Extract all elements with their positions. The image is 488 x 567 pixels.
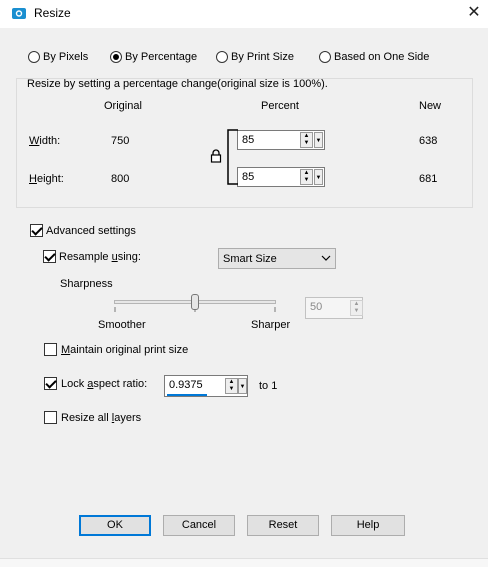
resize-all-layers-checkbox[interactable] xyxy=(44,411,57,424)
aspect-spin-buttons[interactable]: ▲ ▼ xyxy=(225,378,238,394)
reset-button[interactable]: Reset xyxy=(247,515,319,536)
height-spin-buttons[interactable]: ▲ ▼ xyxy=(300,169,313,185)
col-original-header: Original xyxy=(104,100,142,112)
sharpness-value-spinner[interactable]: 50 ▲ ▼ xyxy=(305,297,363,319)
advanced-settings-checkbox[interactable] xyxy=(30,224,43,237)
help-button[interactable]: Help xyxy=(331,515,405,536)
window-title: Resize xyxy=(34,6,71,20)
sharpness-smoother-label: Smoother xyxy=(98,319,146,331)
height-new: 681 xyxy=(419,173,438,185)
resample-label[interactable]: Resample using: xyxy=(59,251,141,263)
lock-aspect-label[interactable]: Lock aspect ratio: xyxy=(61,378,147,390)
resize-all-layers-label[interactable]: Resize all layers xyxy=(61,412,141,424)
height-percent-value[interactable]: 85 xyxy=(242,171,254,183)
height-dropdown-button[interactable]: ▼ xyxy=(314,169,323,185)
advanced-settings-label[interactable]: Advanced settings xyxy=(46,225,136,237)
aspect-ratio-spinner[interactable]: 0.9375 ▲ ▼ ▼ xyxy=(164,375,248,397)
radio-by-print-size[interactable] xyxy=(216,51,228,63)
radio-label-based-on-one-side[interactable]: Based on One Side xyxy=(334,51,429,63)
lock-icon xyxy=(210,149,222,163)
sharpness-spin-buttons[interactable]: ▲ ▼ xyxy=(350,300,363,316)
close-button[interactable]: ✕ xyxy=(462,2,486,26)
radio-label-by-pixels[interactable]: By Pixels xyxy=(43,51,88,63)
width-percent-value[interactable]: 85 xyxy=(242,134,254,146)
camera-icon xyxy=(12,8,26,19)
maintain-print-size-label[interactable]: Maintain original print size xyxy=(61,344,188,356)
group-caption: Resize by setting a percentage change(or… xyxy=(27,78,328,90)
sharpness-slider-thumb[interactable] xyxy=(191,294,199,310)
lock-aspect-checkbox[interactable] xyxy=(44,377,57,390)
radio-by-percentage[interactable] xyxy=(110,51,122,63)
maintain-print-size-checkbox[interactable] xyxy=(44,343,57,356)
width-original: 750 xyxy=(111,135,130,147)
width-spin-buttons[interactable]: ▲ ▼ xyxy=(300,132,313,148)
col-percent-header: Percent xyxy=(261,100,299,112)
aspect-suffix: to 1 xyxy=(259,380,278,392)
width-dropdown-button[interactable]: ▼ xyxy=(314,132,323,148)
radio-label-by-percentage[interactable]: By Percentage xyxy=(125,51,197,63)
title-bar xyxy=(0,0,488,28)
aspect-dropdown-button[interactable]: ▼ xyxy=(238,378,247,394)
resample-checkbox[interactable] xyxy=(43,250,56,263)
height-label: Height: xyxy=(29,173,64,185)
radio-label-by-print-size[interactable]: By Print Size xyxy=(231,51,294,63)
ok-button[interactable]: OK xyxy=(79,515,151,536)
height-percent-spinner[interactable]: 85 ▲ ▼ ▼ xyxy=(237,167,325,187)
height-original: 800 xyxy=(111,173,130,185)
resample-method-value: Smart Size xyxy=(223,253,277,265)
chevron-down-icon xyxy=(321,255,331,261)
aspect-ratio-value[interactable]: 0.9375 xyxy=(169,379,203,391)
sharpness-label: Sharpness xyxy=(60,278,113,290)
col-new-header: New xyxy=(419,100,442,112)
width-new: 638 xyxy=(419,135,438,147)
cancel-button[interactable]: Cancel xyxy=(163,515,235,536)
radio-by-pixels[interactable] xyxy=(28,51,40,63)
resample-method-select[interactable]: Smart Size xyxy=(218,248,336,269)
sharpness-value: 50 xyxy=(310,301,323,313)
aspect-focus-underline xyxy=(167,394,207,396)
sharpness-sharper-label: Sharper xyxy=(251,319,291,331)
width-percent-spinner[interactable]: 85 ▲ ▼ ▼ xyxy=(237,130,325,150)
radio-based-on-one-side[interactable] xyxy=(319,51,331,63)
width-label: Width: xyxy=(29,135,61,147)
